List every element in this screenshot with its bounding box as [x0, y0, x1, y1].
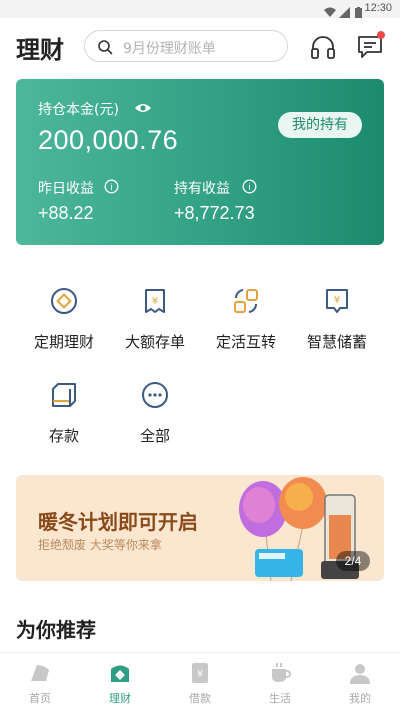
yesterday-income-label: 昨日收益 — [38, 181, 94, 197]
smart-savings-icon: ¥ — [322, 286, 352, 316]
product-label: 存款 — [48, 427, 79, 445]
product-label: 大额存单 — [124, 333, 185, 351]
tab-label: 首页 — [29, 692, 51, 705]
bottom-tab-bar: 首页 理财 ¥ 借款 生活 我的 — [0, 652, 400, 711]
deposit-icon — [49, 380, 79, 410]
more-icon — [140, 380, 170, 410]
tab-profile[interactable]: 我的 — [320, 653, 400, 711]
tab-wealth[interactable]: 理财 — [80, 653, 160, 711]
svg-text:i: i — [249, 182, 251, 192]
unread-dot — [377, 31, 385, 39]
headset-icon[interactable] — [310, 34, 336, 64]
yesterday-income-value: +88.22 — [38, 203, 94, 223]
principal-value: 200,000.76 — [38, 125, 179, 155]
tab-loan[interactable]: ¥ 借款 — [160, 653, 240, 711]
info-icon[interactable]: i — [242, 179, 257, 198]
banner-title: 暖冬计划即可开启 — [38, 510, 198, 534]
profile-icon — [348, 661, 372, 685]
product-all[interactable]: 全部 — [109, 376, 201, 456]
product-fixed-term[interactable]: 定期理财 — [18, 282, 110, 362]
product-transfer[interactable]: 定活互转 — [200, 282, 292, 362]
product-label: 智慧储蓄 — [306, 333, 367, 351]
holding-income-value: +8,772.73 — [174, 203, 255, 223]
status-time: 12:30 — [364, 2, 392, 14]
fixed-term-icon — [49, 286, 79, 316]
tab-label: 理财 — [109, 692, 131, 705]
section-title: 为你推荐 — [16, 618, 96, 642]
svg-text:¥: ¥ — [334, 295, 340, 306]
search-input[interactable]: 9月份理财账单 — [84, 30, 288, 62]
principal-label: 持仓本金(元) — [38, 102, 119, 118]
product-label: 全部 — [139, 427, 170, 445]
holding-income-label: 持有收益 — [174, 181, 230, 197]
product-label: 定活互转 — [215, 333, 276, 351]
product-label: 定期理财 — [33, 333, 94, 351]
my-holding-button[interactable]: 我的持有 — [278, 112, 362, 138]
wealth-icon — [108, 661, 132, 685]
tab-home[interactable]: 首页 — [0, 653, 80, 711]
page-title: 理财 — [16, 36, 64, 64]
tab-life[interactable]: 生活 — [240, 653, 320, 711]
info-icon[interactable]: i — [104, 179, 119, 198]
certificate-deposit-icon: ¥ — [140, 286, 170, 316]
eye-icon[interactable] — [134, 100, 152, 119]
carousel-indicator: 2/4 — [336, 551, 370, 571]
search-placeholder: 9月份理财账单 — [123, 41, 216, 57]
tab-label: 生活 — [269, 692, 291, 705]
svg-text:i: i — [111, 182, 113, 192]
search-icon — [97, 39, 113, 59]
svg-text:¥: ¥ — [152, 296, 158, 307]
promo-banner[interactable]: 暖冬计划即可开启 拒绝颓废 大奖等你来拿 2/4 — [16, 475, 384, 581]
message-icon[interactable] — [357, 31, 385, 63]
product-deposit[interactable]: 存款 — [18, 376, 110, 456]
svg-text:¥: ¥ — [197, 669, 203, 680]
tab-label: 我的 — [349, 692, 371, 705]
product-smart-savings[interactable]: ¥ 智慧储蓄 — [291, 282, 383, 362]
transfer-icon — [231, 286, 261, 316]
tab-label: 借款 — [189, 692, 211, 705]
loan-icon: ¥ — [188, 661, 212, 685]
home-icon — [28, 661, 52, 685]
status-bar: 12:30 — [0, 0, 400, 18]
life-icon — [268, 661, 292, 685]
product-certificate-deposit[interactable]: ¥ 大额存单 — [109, 282, 201, 362]
header: 理财 9月份理财账单 — [0, 18, 400, 74]
banner-subtitle: 拒绝颓废 大奖等你来拿 — [38, 538, 162, 552]
asset-card[interactable]: 持仓本金(元) 200,000.76 我的持有 昨日收益 i +88.22 持有… — [16, 79, 384, 245]
